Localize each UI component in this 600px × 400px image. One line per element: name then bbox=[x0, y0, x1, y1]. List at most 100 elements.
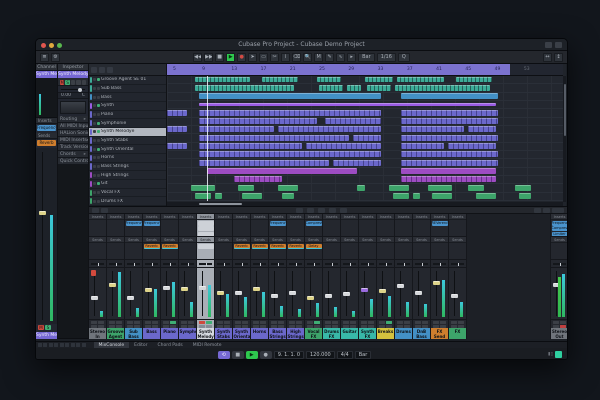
fader-cap[interactable] bbox=[325, 294, 332, 298]
fader-zone[interactable] bbox=[215, 268, 232, 319]
sends-rack-header[interactable]: Sends bbox=[107, 237, 124, 243]
fader-cap[interactable] bbox=[163, 286, 170, 290]
inserts-rack-header[interactable]: Inserts bbox=[125, 214, 142, 220]
pan-control[interactable] bbox=[89, 260, 106, 268]
track-mute-button[interactable] bbox=[93, 113, 96, 116]
send-slot[interactable]: Reverb bbox=[270, 244, 286, 249]
midi-clip[interactable] bbox=[448, 143, 496, 149]
pan-control[interactable] bbox=[323, 260, 340, 268]
channel-name-label[interactable]: FX Send bbox=[431, 328, 448, 339]
channel-name-label[interactable]: Stereo Out bbox=[551, 328, 568, 339]
track-solo-button[interactable] bbox=[97, 139, 100, 142]
pan-control[interactable] bbox=[359, 260, 376, 268]
sends-rack-header[interactable]: Sends bbox=[179, 237, 196, 243]
vscroll-thumb[interactable] bbox=[564, 84, 566, 137]
send-slot[interactable]: Reverb bbox=[252, 244, 268, 249]
mute-button[interactable]: M bbox=[38, 325, 44, 330]
fader-cap[interactable] bbox=[181, 287, 188, 291]
arrange-lane[interactable] bbox=[167, 101, 563, 109]
sends-rack-header[interactable]: Sends bbox=[251, 237, 268, 243]
pan-control[interactable] bbox=[233, 260, 250, 268]
fader-zone[interactable] bbox=[377, 268, 394, 319]
sends-rack-header[interactable]: Sends bbox=[413, 237, 430, 243]
cycle-button[interactable]: ⟲ bbox=[218, 351, 230, 359]
arrange-lane[interactable] bbox=[167, 76, 563, 84]
search-icon[interactable] bbox=[107, 67, 113, 73]
fader-cap[interactable] bbox=[379, 289, 386, 293]
pan-control[interactable] bbox=[143, 260, 160, 268]
midi-clip[interactable] bbox=[401, 160, 498, 166]
solo-button[interactable] bbox=[560, 321, 567, 325]
q-button[interactable]: Q bbox=[398, 53, 410, 62]
pan-control[interactable] bbox=[179, 260, 196, 268]
channel-send-slot[interactable]: Reverb bbox=[37, 140, 56, 146]
track-row[interactable]: Git bbox=[89, 180, 166, 189]
track-solo-button[interactable] bbox=[97, 200, 100, 203]
channel-strip[interactable]: InsertsSendsDnB Bass bbox=[413, 214, 431, 339]
mute-button[interactable] bbox=[553, 321, 560, 325]
midi-clip[interactable] bbox=[367, 85, 391, 91]
sends-rack-header[interactable]: Sends bbox=[89, 237, 106, 243]
track-solo-button[interactable] bbox=[97, 165, 100, 168]
sends-rack-header[interactable]: Sends bbox=[305, 237, 322, 243]
fader-cap[interactable] bbox=[343, 292, 350, 296]
inserts-rack-header[interactable]: Inserts bbox=[449, 214, 466, 220]
zoom-v-icon[interactable]: ↕ bbox=[554, 53, 563, 62]
mute-button[interactable] bbox=[379, 321, 386, 325]
fader-cap[interactable] bbox=[415, 291, 422, 295]
channel-name-label[interactable]: Stereo In bbox=[89, 328, 106, 339]
channel-strip[interactable]: InsertsSendsSynth FX bbox=[359, 214, 377, 339]
midi-clip[interactable] bbox=[401, 168, 496, 174]
snapshot-icon[interactable] bbox=[318, 208, 325, 213]
mute-button[interactable] bbox=[235, 321, 242, 325]
sends-rack-header[interactable]: Sends bbox=[215, 237, 232, 243]
midi-clip[interactable] bbox=[319, 85, 343, 91]
midi-clip[interactable] bbox=[317, 77, 341, 83]
sends-rack-header[interactable]: Sends bbox=[449, 237, 466, 243]
playtool-tool-icon[interactable]: ▸ bbox=[347, 53, 356, 62]
glue-tool-icon[interactable]: ⌇ bbox=[281, 53, 290, 62]
midi-clip[interactable] bbox=[199, 143, 302, 149]
grid-display[interactable]: Bar bbox=[355, 351, 372, 359]
inserts-rack-header[interactable]: Inserts bbox=[233, 214, 250, 220]
channel-strip[interactable]: InsertsFrequencySendsReverbBass Strings bbox=[269, 214, 287, 339]
midi-clip[interactable] bbox=[238, 185, 254, 191]
sends-rack-header[interactable]: Sends bbox=[359, 237, 376, 243]
sends-section-label[interactable]: Sends bbox=[36, 133, 57, 139]
insert-slot[interactable]: Frequency bbox=[270, 221, 286, 226]
solo-button[interactable] bbox=[440, 321, 447, 325]
fader-zone[interactable] bbox=[431, 268, 448, 319]
solo-button[interactable] bbox=[152, 321, 159, 325]
mute-button[interactable] bbox=[451, 321, 458, 325]
next-button[interactable]: ▶▶ bbox=[204, 53, 213, 62]
midi-clip[interactable] bbox=[199, 160, 330, 166]
fader-zone[interactable] bbox=[161, 268, 178, 319]
track-mute-button[interactable] bbox=[93, 182, 96, 185]
sends-rack-header[interactable]: Sends bbox=[341, 237, 358, 243]
zoom-tool-icon[interactable]: 🔍 bbox=[303, 53, 312, 62]
channel-strip[interactable]: InsertsFrequencySendsReverbBass bbox=[143, 214, 161, 339]
channel-strip[interactable]: InsertsSendsReverbHigh Strings bbox=[287, 214, 305, 339]
mixer-right-icon2[interactable] bbox=[543, 208, 550, 213]
monitor-button[interactable] bbox=[76, 80, 80, 85]
channel-strip[interactable]: InsertsSendsSymphonie bbox=[179, 214, 197, 339]
midi-clip[interactable] bbox=[199, 93, 381, 99]
mute-button[interactable] bbox=[109, 321, 116, 325]
inspector-section-all-midi-inputs[interactable]: All MIDI Inputs▸ bbox=[58, 123, 88, 130]
midi-clip[interactable] bbox=[389, 185, 409, 191]
midi-clip[interactable] bbox=[333, 160, 381, 166]
range-tool-icon[interactable]: ▭ bbox=[259, 53, 268, 62]
channel-strip[interactable]: InsertsFrequencySendsSub Bass bbox=[125, 214, 143, 339]
midi-clip[interactable] bbox=[278, 126, 381, 132]
midi-clip[interactable] bbox=[199, 110, 381, 116]
mixer-right-icon[interactable] bbox=[534, 208, 541, 213]
solo-button[interactable] bbox=[242, 321, 249, 325]
track-mute-button[interactable] bbox=[93, 174, 96, 177]
channel-name-label[interactable]: Drums bbox=[395, 328, 412, 339]
cycle-region[interactable] bbox=[167, 64, 510, 75]
midi-clip[interactable] bbox=[353, 135, 381, 141]
arrange-lane[interactable] bbox=[167, 193, 563, 201]
mute-button[interactable] bbox=[361, 321, 368, 325]
midi-clip[interactable] bbox=[167, 143, 187, 149]
track-solo-button[interactable] bbox=[97, 174, 100, 177]
